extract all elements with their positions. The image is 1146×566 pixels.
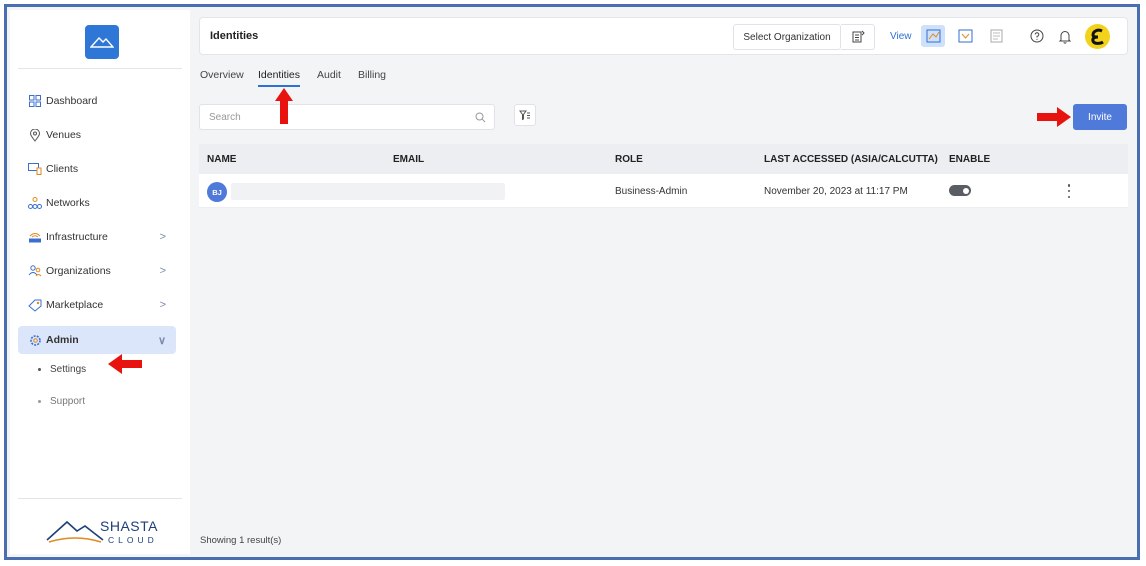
invite-button[interactable]: Invite: [1073, 104, 1127, 130]
sidebar-item-networks[interactable]: Networks: [18, 189, 176, 217]
filter-button[interactable]: [514, 104, 536, 126]
user-avatar[interactable]: [1085, 24, 1110, 49]
view-mode-button-1[interactable]: [921, 25, 945, 47]
organizations-icon: [28, 264, 42, 278]
notifications-button[interactable]: [1057, 28, 1073, 44]
user-avatar-icon: [1090, 28, 1104, 45]
chevron-right-icon: >: [159, 231, 166, 243]
filter-icon: [519, 110, 530, 120]
page-title: Identities: [210, 30, 259, 42]
help-icon: [1030, 29, 1044, 43]
brand-logo: SHASTA CLOUD: [45, 518, 165, 548]
select-organization-button[interactable]: Select Organization: [733, 24, 841, 50]
mountain-logo-icon: [46, 520, 104, 543]
user-initials-avatar: BJ: [207, 182, 227, 202]
results-count: Showing 1 result(s): [200, 535, 282, 546]
gear-icon: [28, 333, 42, 347]
brand-tagline: CLOUD: [108, 535, 158, 545]
organization-switch-button[interactable]: [841, 24, 875, 50]
role-cell: Business-Admin: [615, 186, 688, 197]
annotation-arrow-up-icon: [275, 88, 293, 124]
search-placeholder: Search: [209, 111, 241, 123]
sidebar-item-marketplace[interactable]: Marketplace >: [18, 291, 176, 319]
sidebar-subitem-label: Support: [50, 395, 86, 407]
bullet-icon: [38, 399, 41, 403]
search-input[interactable]: Search: [199, 104, 495, 130]
chevron-down-icon: ∨: [157, 334, 166, 347]
sidebar-item-label: Venues: [46, 129, 82, 141]
brand-name: SHASTA: [100, 518, 158, 534]
sidebar-item-label: Organizations: [46, 265, 111, 277]
tab-identities[interactable]: Identities: [258, 69, 301, 87]
help-button[interactable]: [1029, 28, 1045, 44]
sidebar-subitem-label: Settings: [50, 363, 87, 375]
table-row[interactable]: BJ Business-Admin November 20, 2023 at 1…: [199, 174, 1128, 208]
sidebar: Dashboard Venues Clients Networks Infras…: [10, 10, 190, 554]
enable-toggle[interactable]: [949, 185, 971, 196]
sidebar-divider: [18, 68, 182, 69]
redacted-name-email: [231, 183, 505, 200]
sidebar-divider: [18, 498, 182, 499]
search-icon: [475, 112, 486, 123]
chevron-right-icon: >: [159, 299, 166, 311]
map-view-icon: [926, 29, 940, 43]
sidebar-item-venues[interactable]: Venues: [18, 121, 176, 149]
column-header-email[interactable]: EMAIL: [393, 154, 424, 165]
annotation-arrow-right-icon: [1037, 107, 1071, 127]
sidebar-item-label: Clients: [46, 163, 79, 175]
sidebar-item-label: Admin: [46, 334, 79, 346]
sidebar-item-label: Infrastructure: [46, 231, 108, 243]
view-mode-button-3[interactable]: [984, 25, 1008, 47]
app-logo[interactable]: [85, 25, 119, 59]
bell-icon: [1058, 30, 1072, 44]
network-icon: [28, 196, 42, 210]
column-header-name[interactable]: NAME: [207, 154, 236, 165]
chart-view-icon: [958, 29, 972, 43]
column-header-last-accessed[interactable]: LAST ACCESSED (ASIA/CALCUTTA): [764, 154, 938, 165]
last-accessed-cell: November 20, 2023 at 11:17 PM: [764, 186, 908, 197]
tab-audit[interactable]: Audit: [317, 69, 341, 87]
organization-switch-icon: [852, 30, 865, 43]
sidebar-subitem-settings[interactable]: Settings: [38, 361, 86, 377]
sidebar-item-label: Networks: [46, 197, 90, 209]
screenshot-frame: Dashboard Venues Clients Networks Infras…: [4, 4, 1140, 560]
sidebar-item-label: Marketplace: [46, 299, 104, 311]
row-actions-icon[interactable]: [1063, 182, 1075, 200]
sidebar-item-label: Dashboard: [46, 95, 98, 107]
sidebar-item-dashboard[interactable]: Dashboard: [18, 87, 176, 115]
tab-overview[interactable]: Overview: [200, 69, 244, 87]
sidebar-subitem-support[interactable]: Support: [38, 393, 85, 409]
table-header: NAME EMAIL ROLE LAST ACCESSED (ASIA/CALC…: [199, 144, 1128, 174]
dashboard-icon: [28, 94, 42, 108]
column-header-role[interactable]: ROLE: [615, 154, 643, 165]
annotation-arrow-left-icon: [108, 354, 142, 374]
top-header: Identities Select Organization View: [199, 17, 1128, 55]
clients-icon: [28, 162, 42, 176]
sidebar-item-organizations[interactable]: Organizations >: [18, 257, 176, 285]
tab-billing[interactable]: Billing: [358, 69, 386, 87]
location-pin-icon: [28, 128, 42, 142]
sidebar-item-clients[interactable]: Clients: [18, 155, 176, 183]
bullet-icon: [38, 367, 41, 371]
sidebar-item-infrastructure[interactable]: Infrastructure >: [18, 223, 176, 251]
tag-icon: [28, 298, 42, 312]
router-icon: [28, 230, 42, 244]
chevron-right-icon: >: [159, 265, 166, 277]
view-label: View: [890, 31, 912, 42]
column-header-enable[interactable]: ENABLE: [949, 154, 990, 165]
view-mode-button-2[interactable]: [953, 25, 977, 47]
report-view-icon: [990, 29, 1002, 43]
sidebar-item-admin[interactable]: Admin ∨: [18, 326, 176, 354]
